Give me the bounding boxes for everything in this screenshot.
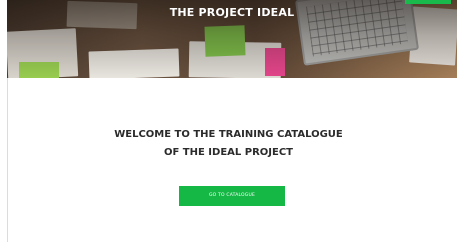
- go-to-catalogue-button[interactable]: GO TO CATALOGUE: [179, 186, 285, 206]
- welcome-heading-line-2: OF THE IDEAL PROJECT: [163, 147, 293, 158]
- hero-banner: THE PROJECT IDEAL: [7, 0, 457, 78]
- hero-accent-bar: [405, 0, 451, 4]
- welcome-heading-line-1: WELCOME TO THE TRAINING CATALOGUE: [114, 129, 343, 140]
- site-title: THE PROJECT IDEAL: [169, 6, 295, 19]
